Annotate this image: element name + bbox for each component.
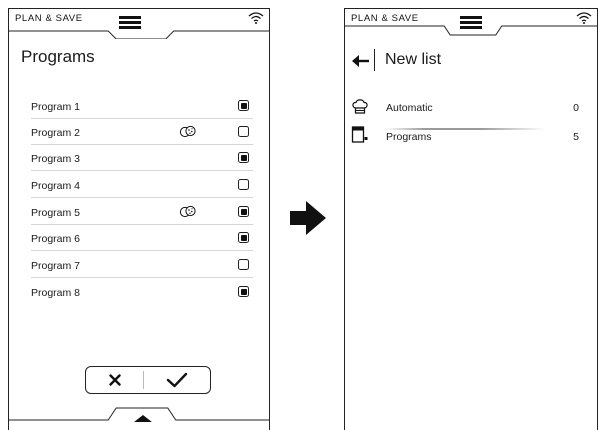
program-checkbox[interactable]: [238, 126, 249, 137]
hamburger-menu-icon[interactable]: [460, 16, 482, 30]
list-item-label: Automatic: [386, 102, 433, 114]
program-row[interactable]: Program 4: [31, 172, 253, 198]
cookie-icon: [179, 125, 196, 138]
status-bar: PLAN & SAVE: [9, 9, 269, 39]
program-checkbox[interactable]: [238, 232, 249, 243]
program-checkbox[interactable]: [238, 259, 249, 270]
program-label: Program 4: [31, 180, 81, 192]
program-row[interactable]: Program 5: [31, 199, 253, 225]
brand-label: PLAN & SAVE: [15, 13, 83, 24]
program-row[interactable]: Program 2: [31, 119, 253, 145]
status-bar: PLAN & SAVE: [345, 9, 597, 39]
back-arrow-icon[interactable]: [351, 53, 371, 69]
program-label: Program 8: [31, 287, 81, 299]
programs-screen: PLAN & SAVE Programs Program 1 Program 2…: [8, 8, 270, 430]
right-arrow-icon: [290, 201, 326, 235]
brand-label: PLAN & SAVE: [351, 13, 419, 24]
page-title: Programs: [21, 47, 95, 66]
action-bar: [85, 366, 211, 394]
page-title: New list: [385, 51, 442, 68]
program-row[interactable]: Program 7: [31, 252, 253, 278]
program-label: Program 6: [31, 233, 81, 245]
chevron-up-icon: [134, 415, 152, 422]
program-checkbox[interactable]: [238, 206, 249, 217]
chef-hat-icon: [352, 99, 368, 114]
program-label: Program 5: [31, 207, 81, 219]
wifi-icon: [576, 12, 592, 24]
checkmark-icon: [166, 372, 188, 388]
cookie-icon: [179, 205, 196, 218]
program-row[interactable]: Program 1: [31, 93, 253, 119]
oven-program-icon: [351, 126, 368, 143]
header-separator: [374, 49, 375, 71]
close-icon: [108, 374, 121, 386]
program-label: Program 2: [31, 127, 81, 139]
program-checkbox[interactable]: [238, 152, 249, 163]
list-item-label: Programs: [386, 131, 432, 143]
list-item-count: 5: [573, 131, 579, 143]
program-row[interactable]: Program 3: [31, 145, 253, 171]
cancel-button[interactable]: [86, 367, 143, 393]
hamburger-menu-icon[interactable]: [119, 16, 141, 30]
program-checkbox[interactable]: [238, 286, 249, 297]
program-label: Program 7: [31, 260, 81, 272]
new-list-screen: PLAN & SAVE New list Automatic 0 Program…: [344, 8, 598, 430]
bottom-drawer-tab[interactable]: [9, 400, 269, 430]
program-label: Program 1: [31, 101, 81, 113]
program-checkbox[interactable]: [238, 179, 249, 190]
program-row[interactable]: Program 8: [31, 279, 253, 305]
program-row[interactable]: Program 6: [31, 225, 253, 251]
program-checkbox[interactable]: [238, 100, 249, 111]
confirm-button[interactable]: [144, 367, 210, 393]
list-item-automatic[interactable]: Automatic 0: [351, 94, 579, 122]
list-item-programs[interactable]: Programs 5: [351, 123, 579, 151]
list-item-count: 0: [573, 102, 579, 114]
program-label: Program 3: [31, 153, 81, 165]
wifi-icon: [248, 12, 264, 24]
